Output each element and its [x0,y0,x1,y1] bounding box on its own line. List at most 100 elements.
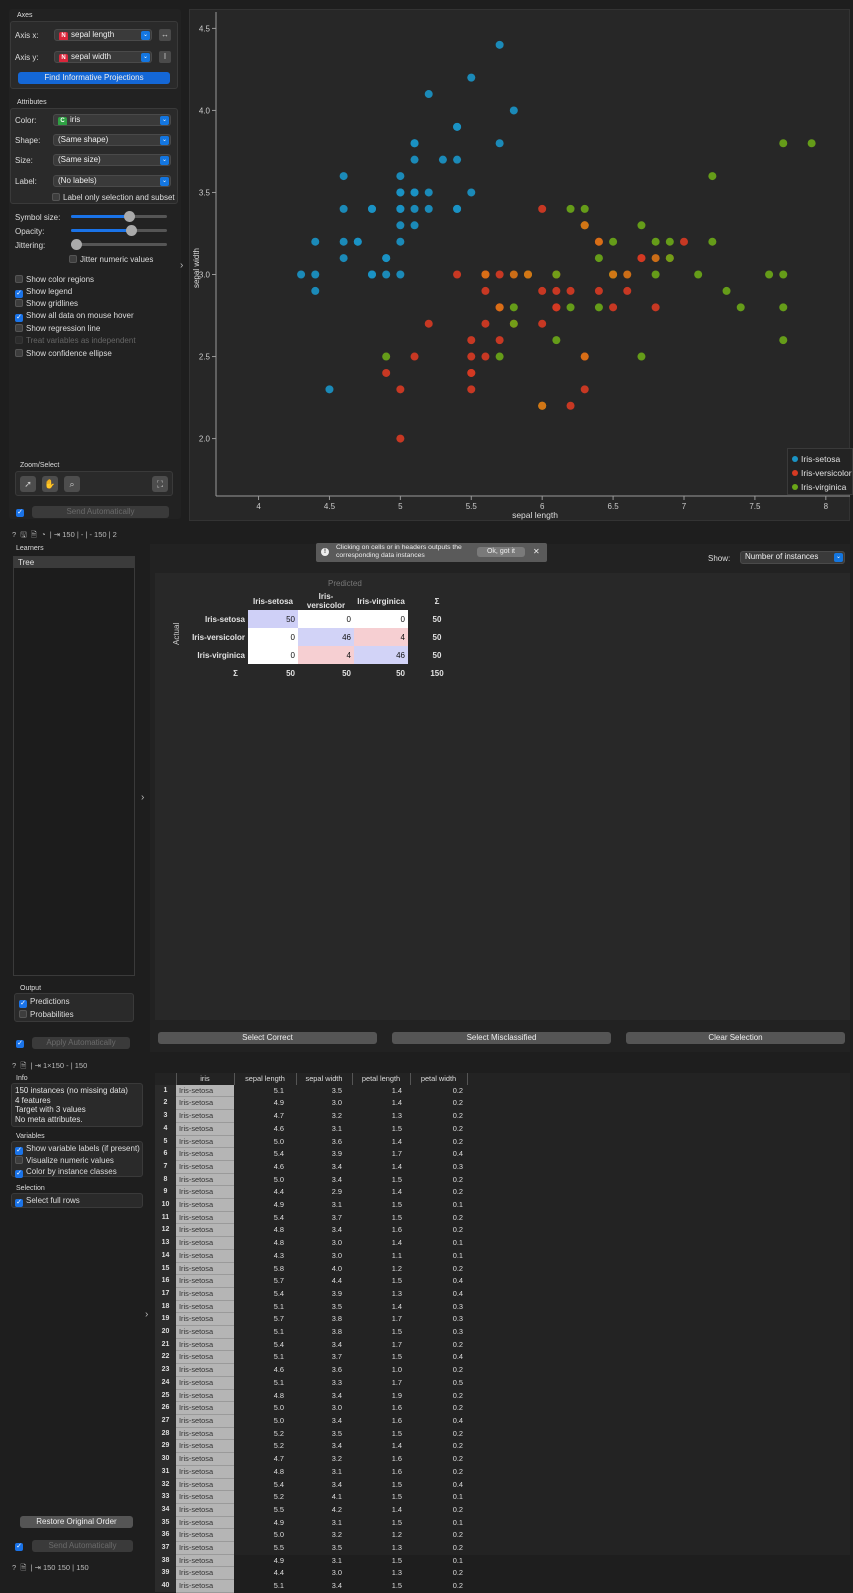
table-row[interactable]: 11 Iris-setosa 5.4 3.7 1.5 0.2 [155,1211,467,1225]
value-cell[interactable]: 5.4 [234,1211,296,1224]
value-cell[interactable]: 3.0 [296,1237,352,1250]
probabilities-checkbox[interactable]: Probabilities [19,1010,74,1020]
value-cell[interactable]: 1.5 [352,1491,410,1504]
table-row[interactable]: 1 Iris-setosa 5.1 3.5 1.4 0.2 [155,1084,467,1098]
value-cell[interactable]: 0.2 [410,1173,467,1186]
row-index[interactable]: 19 [155,1312,176,1326]
value-cell[interactable]: 1.4 [352,1160,410,1173]
value-cell[interactable]: 0.1 [410,1516,467,1529]
value-cell[interactable]: 1.2 [352,1262,410,1275]
value-cell[interactable]: 3.9 [296,1287,352,1300]
value-cell[interactable]: 0.2 [410,1529,467,1542]
value-cell[interactable]: 3.4 [296,1224,352,1237]
value-cell[interactable]: 0.4 [410,1351,467,1364]
ok-got-it-button[interactable]: Ok, got it [477,547,525,557]
class-cell[interactable]: Iris-setosa [176,1135,234,1149]
value-cell[interactable]: 1.5 [352,1351,410,1364]
value-cell[interactable]: 3.0 [296,1249,352,1262]
value-cell[interactable]: 4.2 [296,1503,352,1516]
value-cell[interactable]: 3.3 [296,1376,352,1389]
show-variable-labels-checkbox[interactable]: ✓ Show variable labels (if present) [15,1144,140,1155]
value-cell[interactable]: 5.1 [234,1085,296,1097]
value-cell[interactable]: 1.5 [352,1478,410,1491]
value-cell[interactable]: 5.0 [234,1529,296,1542]
send-auto-checkbox[interactable]: ✓ [16,506,27,517]
select-correct-button[interactable]: Select Correct [158,1032,377,1044]
data-table-area[interactable]: iris sepal length sepal width petal leng… [155,1073,850,1593]
row-index[interactable]: 17 [155,1287,176,1301]
table-row[interactable]: 21 Iris-setosa 5.4 3.4 1.7 0.2 [155,1338,467,1352]
matrix-cell[interactable]: 50 [248,610,298,628]
value-cell[interactable]: 0.3 [410,1313,467,1326]
data-table[interactable]: iris sepal length sepal width petal leng… [155,1073,468,1593]
show-all-data-checkbox[interactable]: ✓ Show all data on mouse hover [15,311,134,322]
table-row[interactable]: 15 Iris-setosa 5.8 4.0 1.2 0.2 [155,1262,467,1276]
table-row[interactable]: 5 Iris-setosa 5.0 3.6 1.4 0.2 [155,1135,467,1149]
class-cell[interactable]: Iris-setosa [176,1363,234,1377]
clear-selection-button[interactable]: Clear Selection [626,1032,845,1044]
row-index[interactable]: 13 [155,1236,176,1250]
table-row[interactable]: 26 Iris-setosa 5.0 3.0 1.6 0.2 [155,1401,467,1415]
save-icon[interactable]: 🖫 [20,530,26,539]
select-full-rows-checkbox[interactable]: ✓ Select full rows [15,1196,80,1207]
table-row[interactable]: 13 Iris-setosa 4.8 3.0 1.4 0.1 [155,1236,467,1250]
jitter-numeric-checkbox[interactable]: Jitter numeric values [69,255,153,265]
matrix-cell[interactable]: 0 [248,646,298,664]
value-cell[interactable]: 0.4 [410,1148,467,1161]
column-header[interactable]: petal width [410,1073,468,1085]
table-row[interactable]: 27 Iris-setosa 5.0 3.4 1.6 0.4 [155,1414,467,1428]
class-cell[interactable]: Iris-setosa [176,1579,234,1593]
value-cell[interactable]: 0.2 [410,1503,467,1516]
find-informative-projections-button[interactable]: Find Informative Projections [18,72,170,84]
class-cell[interactable]: Iris-setosa [176,1287,234,1301]
table-row[interactable]: 18 Iris-setosa 5.1 3.5 1.4 0.3 [155,1300,467,1314]
value-cell[interactable]: 3.9 [296,1148,352,1161]
value-cell[interactable]: 1.2 [352,1529,410,1542]
col-header[interactable]: Iris-virginica [354,592,408,610]
class-cell[interactable]: Iris-setosa [176,1452,234,1466]
class-cell[interactable]: Iris-setosa [176,1262,234,1276]
send-automatically-button[interactable]: Send Automatically [32,506,169,518]
value-cell[interactable]: 5.2 [234,1427,296,1440]
table-row[interactable]: 36 Iris-setosa 5.0 3.2 1.2 0.2 [155,1528,467,1543]
class-cell[interactable]: Iris-setosa [176,1198,234,1212]
class-cell[interactable]: Iris-setosa [176,1414,234,1428]
class-cell[interactable]: Iris-setosa [176,1249,234,1263]
value-cell[interactable]: 4.9 [234,1199,296,1212]
row-index[interactable]: 6 [155,1147,176,1161]
value-cell[interactable]: 5.0 [234,1402,296,1415]
value-cell[interactable]: 0.2 [410,1211,467,1224]
matrix-cell[interactable]: 4 [354,628,408,646]
send-auto-checkbox[interactable]: ✓ [15,1540,26,1551]
value-cell[interactable]: 4.9 [234,1097,296,1110]
value-cell[interactable]: 3.1 [296,1199,352,1212]
select-misclassified-button[interactable]: Select Misclassified [392,1032,611,1044]
value-cell[interactable]: 4.8 [234,1465,296,1478]
report-icon[interactable]: 🗎 [20,1563,26,1572]
row-index[interactable]: 4 [155,1122,176,1136]
value-cell[interactable]: 4.1 [296,1491,352,1504]
help-icon[interactable]: ? [12,1563,16,1572]
table-row[interactable]: 20 Iris-setosa 5.1 3.8 1.5 0.3 [155,1325,467,1339]
value-cell[interactable]: 0.2 [410,1453,467,1466]
table-row[interactable]: 10 Iris-setosa 4.9 3.1 1.5 0.1 [155,1198,467,1212]
value-cell[interactable]: 0.2 [410,1085,467,1097]
restore-original-order-button[interactable]: Restore Original Order [20,1516,133,1528]
table-row[interactable]: 25 Iris-setosa 4.8 3.4 1.9 0.2 [155,1389,467,1403]
value-cell[interactable]: 0.4 [410,1287,467,1300]
table-row[interactable]: 8 Iris-setosa 5.0 3.4 1.5 0.2 [155,1173,467,1187]
label-only-selection-checkbox[interactable]: Label only selection and subset [52,193,175,203]
row-index[interactable]: 26 [155,1401,176,1415]
value-cell[interactable]: 5.2 [234,1491,296,1504]
value-cell[interactable]: 3.2 [296,1453,352,1466]
value-cell[interactable]: 0.2 [410,1135,467,1148]
shape-combo[interactable]: (Same shape) ⌄ [53,134,171,146]
col-header[interactable]: Iris-setosa [248,592,298,610]
scatter-plot-svg[interactable]: 4 4.5 5 5.5 6 6.5 7 7.5 82.02.53.03.54.04.5 sepa… [190,10,851,522]
value-cell[interactable]: 4.9 [234,1516,296,1529]
row-index[interactable]: 8 [155,1173,176,1186]
report-icon[interactable]: 🗎 [31,530,37,539]
table-row[interactable]: 30 Iris-setosa 4.7 3.2 1.6 0.2 [155,1452,467,1466]
value-cell[interactable]: 0.2 [410,1465,467,1478]
value-cell[interactable]: 1.7 [352,1313,410,1326]
